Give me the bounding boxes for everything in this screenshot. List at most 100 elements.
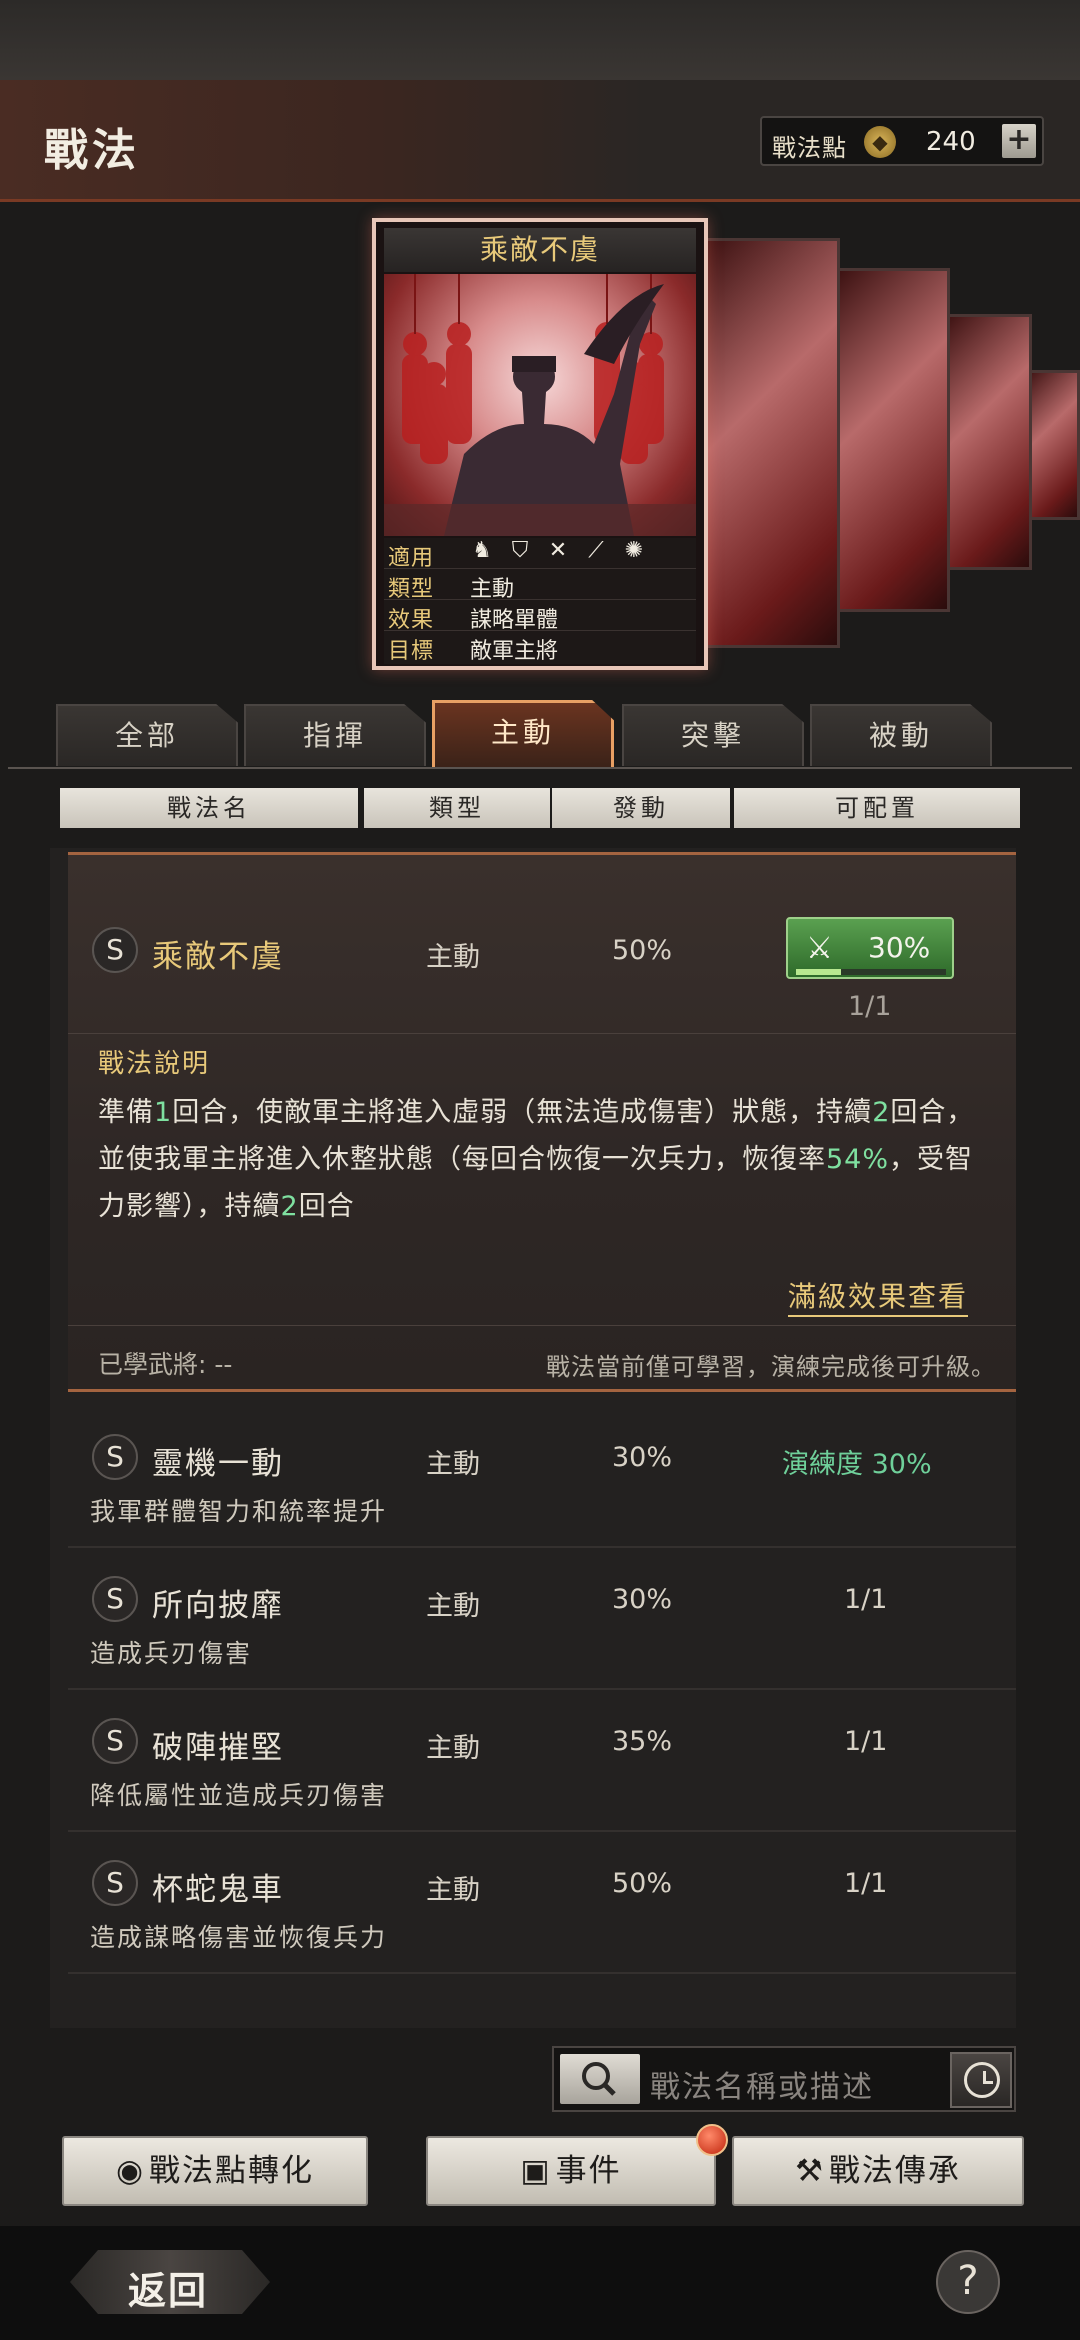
- desc-part: 回合: [298, 1191, 355, 1222]
- upgrade-note: 戰法當前僅可學習，演練完成後可升級。: [546, 1353, 996, 1381]
- event-label: 事件: [555, 2153, 622, 2189]
- card-info-table: 適用 ♞ ⛉ ✕ ⟋ ✺ 類型 主動 效果 謀略單體 目標 敵軍主將: [384, 538, 696, 664]
- history-button[interactable]: [950, 2052, 1012, 2108]
- skill-name: 乘敵不虞: [152, 939, 284, 975]
- skill-type: 主動: [426, 1733, 480, 1764]
- expanded-divider: [68, 1033, 1016, 1034]
- skill-row[interactable]: S 所向披靡 主動 30% 1/1 造成兵刃傷害: [68, 1554, 1016, 1690]
- practice-button[interactable]: ⚔ 30%: [786, 917, 954, 979]
- convert-points-label: 戰法點轉化: [149, 2153, 315, 2189]
- skill-config-count: 1/1: [844, 1868, 888, 1899]
- skill-description: 準備1回合，使敵軍主將進入虛弱（無法造成傷害）狀態，持續2回合，並使我軍主將進入…: [98, 1089, 998, 1230]
- page-title: 戰法: [44, 125, 140, 176]
- siege-wheel-icon: ✺: [624, 538, 644, 563]
- skill-trigger-rate: 30%: [612, 1584, 673, 1615]
- skill-type: 主動: [426, 1449, 480, 1480]
- tab-assault[interactable]: 突擊: [622, 704, 804, 766]
- card-value-type: 主動: [470, 577, 515, 602]
- skill-type: 主動: [426, 1875, 480, 1906]
- card-value-effect: 謀略單體: [470, 608, 559, 633]
- skill-trigger-rate: 50%: [612, 1868, 673, 1899]
- card-key-effect: 效果: [388, 608, 435, 633]
- desc-highlight: 2: [280, 1191, 299, 1222]
- card-artwork: [384, 274, 696, 536]
- max-level-effect-link[interactable]: 滿級效果查看: [788, 1275, 969, 1317]
- skill-search-bar: 戰法名稱或描述: [552, 2046, 1016, 2112]
- inherit-skill-button[interactable]: ⚒ 戰法傳承: [732, 2136, 1024, 2206]
- general-silhouette-art: [384, 274, 696, 536]
- skill-summary: 我軍群體智力和統率提升: [90, 1497, 388, 1526]
- header-bar: 戰法 戰法點 ◆ 240 +: [0, 80, 1080, 202]
- column-header-type[interactable]: 類型: [364, 788, 550, 828]
- skill-summary: 造成謀略傷害並恢復兵力: [90, 1923, 388, 1952]
- skill-card-back-3[interactable]: [940, 314, 1032, 570]
- card-key-type: 類型: [388, 577, 435, 602]
- drop-icon: ◉: [115, 2153, 146, 2189]
- skill-trigger-rate: 50%: [612, 935, 673, 966]
- skill-practice-level: 演練度 30%: [782, 1449, 932, 1480]
- skill-config-count: 1/1: [848, 991, 892, 1022]
- skill-trigger-rate: 35%: [612, 1726, 673, 1757]
- back-button[interactable]: 返回: [70, 2250, 270, 2314]
- back-label: 返回: [128, 2269, 209, 2313]
- bow-icon: ✕: [548, 538, 568, 563]
- top-banner: [0, 0, 1080, 80]
- skill-row[interactable]: S 杯蛇鬼車 主動 50% 1/1 造成謀略傷害並恢復兵力: [68, 1838, 1016, 1974]
- skill-trigger-rate: 30%: [612, 1442, 673, 1473]
- skill-row[interactable]: S 靈機一動 主動 30% 演練度 30% 我軍群體智力和統率提升: [68, 1412, 1016, 1548]
- event-button[interactable]: ▣ 事件: [426, 2136, 716, 2206]
- skill-points-display: 戰法點 ◆ 240 +: [760, 116, 1044, 166]
- practice-progress-bar: [796, 969, 946, 975]
- grade-badge: S: [92, 1434, 138, 1480]
- skill-points-label: 戰法點: [772, 134, 847, 162]
- desc-highlight: 54%: [826, 1144, 890, 1175]
- tab-all[interactable]: 全部: [56, 704, 238, 766]
- column-header-configurable[interactable]: 可配置: [734, 788, 1020, 828]
- tab-active[interactable]: 主動: [432, 700, 614, 768]
- grade-badge: S: [92, 1860, 138, 1906]
- search-input[interactable]: 戰法名稱或描述: [650, 2062, 874, 2106]
- hammer-icon: ⚒: [795, 2153, 825, 2189]
- featured-skill-card[interactable]: 乘敵不虞 適用 ♞ ⛉ ✕ ⟋ ✺ 類型 主動 效果 謀略單體 目標 敵軍主將: [372, 218, 708, 670]
- skill-name: 靈機一動: [152, 1446, 284, 1482]
- desc-part: 準備: [98, 1097, 154, 1128]
- practice-progress-fill: [796, 969, 841, 975]
- grade-badge: S: [92, 927, 138, 973]
- skill-summary: 造成兵刃傷害: [90, 1639, 253, 1668]
- column-header-trigger[interactable]: 發動: [552, 788, 730, 828]
- skill-card-back-2[interactable]: [832, 268, 950, 612]
- expanded-skill-row[interactable]: S 乘敵不虞 主動 50% ⚔ 30% 1/1 戰法說明 準備1回合，使敵軍主將…: [68, 852, 1016, 1392]
- applicable-units: ♞ ⛉ ✕ ⟋ ✺: [470, 538, 660, 568]
- add-skill-points-button[interactable]: +: [1002, 124, 1036, 158]
- card-row-target: 目標 敵軍主將: [384, 631, 696, 664]
- learned-generals: 已學武將: --: [98, 1350, 233, 1379]
- convert-points-button[interactable]: ◉ 戰法點轉化: [62, 2136, 368, 2206]
- skill-type: 主動: [426, 1591, 480, 1622]
- search-button[interactable]: [560, 2054, 640, 2104]
- tab-passive[interactable]: 被動: [810, 704, 992, 766]
- skill-config-count: 1/1: [844, 1726, 888, 1757]
- card-key-applicable: 適用: [388, 546, 435, 571]
- search-icon: [582, 2062, 616, 2096]
- event-alert-icon: ▣: [520, 2153, 552, 2189]
- skill-card-back-1[interactable]: [700, 238, 840, 648]
- spear-icon: ⟋: [588, 538, 604, 563]
- skill-points-coin-icon: ◆: [864, 126, 896, 158]
- notification-dot: [696, 2124, 728, 2156]
- help-button[interactable]: ?: [936, 2250, 1000, 2314]
- expanded-divider-bottom: [68, 1325, 1016, 1326]
- card-row-effect: 效果 謀略單體: [384, 600, 696, 633]
- skill-row[interactable]: S 破陣摧堅 主動 35% 1/1 降低屬性並造成兵刃傷害: [68, 1696, 1016, 1832]
- desc-highlight: 2: [872, 1097, 891, 1128]
- column-header-name[interactable]: 戰法名: [60, 788, 358, 828]
- shield-icon: ⛉: [511, 538, 529, 563]
- clock-icon: [964, 2062, 1000, 2098]
- skill-name: 破陣摧堅: [152, 1730, 284, 1766]
- skill-type: 主動: [426, 942, 480, 973]
- inherit-skill-label: 戰法傳承: [828, 2153, 961, 2189]
- card-row-type: 類型 主動: [384, 569, 696, 602]
- cavalry-icon: ♞: [472, 538, 492, 563]
- desc-part: 回合，使敵軍主將進入虛弱（無法造成傷害）狀態，持續: [172, 1097, 873, 1128]
- card-row-applicable: 適用 ♞ ⛉ ✕ ⟋ ✺: [384, 538, 696, 571]
- tab-command[interactable]: 指揮: [244, 704, 426, 766]
